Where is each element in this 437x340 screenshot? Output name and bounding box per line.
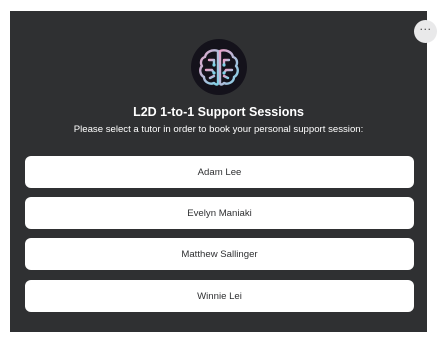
tutor-button-winnie-lei[interactable]: Winnie Lei [25,280,414,312]
more-options-button[interactable]: ··· [414,20,437,43]
page-subtitle: Please select a tutor in order to book y… [73,124,364,135]
tutor-button-adam-lee[interactable]: Adam Lee [25,156,414,188]
tutor-button-matthew-sallinger[interactable]: Matthew Sallinger [25,238,414,270]
more-horizontal-icon: ··· [419,23,432,36]
tutor-button-evelyn-maniaki[interactable]: Evelyn Maniaki [25,197,414,229]
page-title: L2D 1-to-1 Support Sessions [133,105,304,119]
brain-circuit-icon [191,39,247,95]
